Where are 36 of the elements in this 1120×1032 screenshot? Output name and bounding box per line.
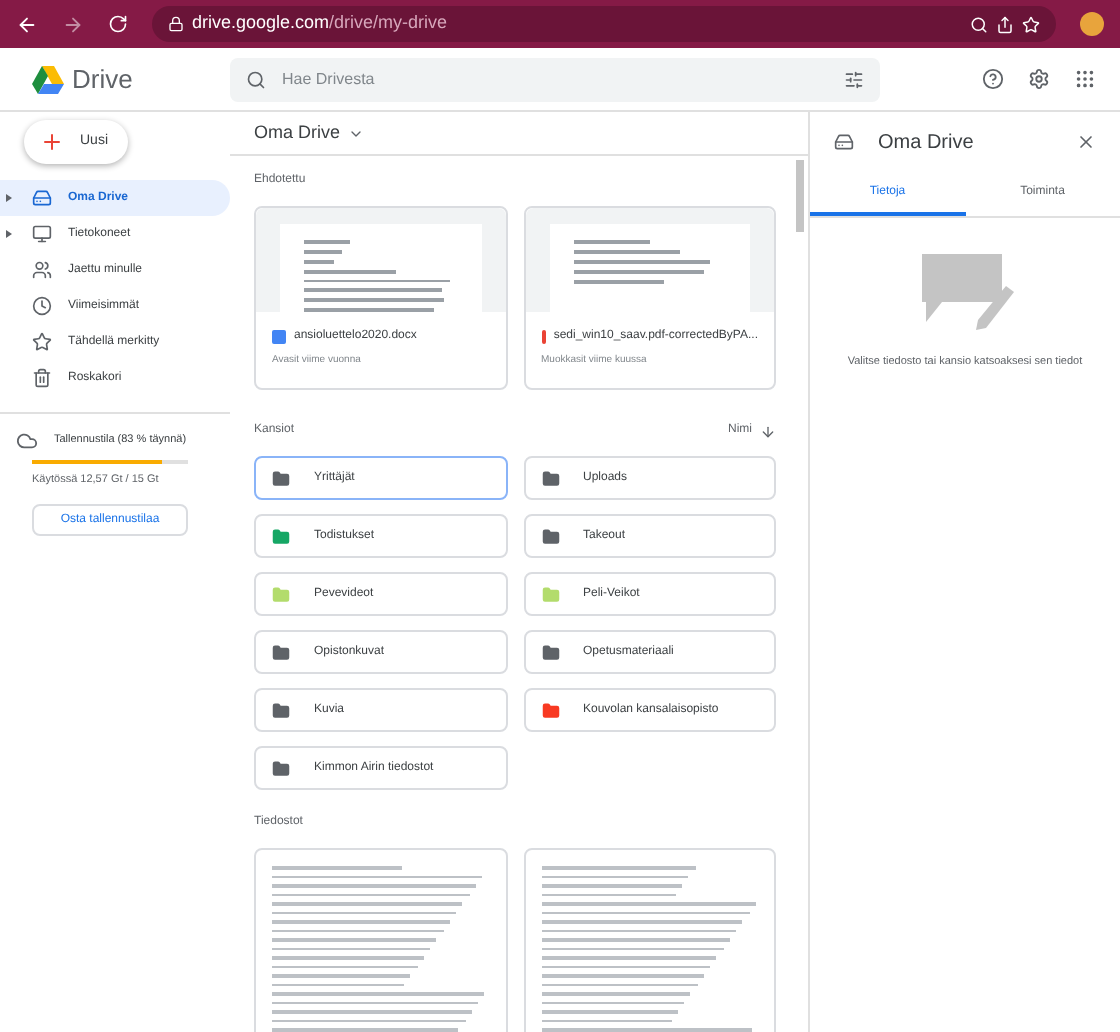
close-icon[interactable] — [1076, 132, 1096, 152]
clock-icon — [32, 296, 52, 316]
comment-edit-icon — [917, 250, 1013, 330]
document-icon — [272, 330, 286, 344]
back-icon[interactable] — [16, 13, 38, 35]
search-field[interactable]: Hae Drivesta — [282, 67, 828, 91]
reload-icon[interactable] — [108, 14, 128, 34]
expand-arrow-icon[interactable] — [5, 230, 11, 238]
apps-grid-icon[interactable] — [1074, 68, 1096, 90]
drive-logo-icon — [32, 65, 64, 93]
app-name: Drive — [72, 61, 133, 98]
shared-icon — [32, 260, 52, 280]
details-title: Oma Drive — [878, 129, 976, 157]
bookmark-icon[interactable] — [1022, 15, 1040, 33]
trash-icon — [32, 368, 52, 388]
search-bar[interactable]: Hae Drivesta — [230, 57, 880, 101]
lock-icon — [168, 16, 184, 32]
drive-icon — [834, 132, 854, 152]
profile-avatar[interactable] — [1080, 12, 1104, 36]
drive-icon — [32, 188, 52, 208]
star-icon — [32, 332, 52, 352]
filter-icon[interactable] — [844, 69, 864, 89]
cloud-icon — [16, 430, 38, 452]
sort-direction-icon[interactable] — [760, 423, 776, 439]
breadcrumb[interactable]: Oma Drive — [254, 119, 341, 147]
share-icon[interactable] — [996, 15, 1014, 33]
address-bar[interactable]: drive.google.com/drive/my-drive — [152, 6, 1056, 42]
computer-icon — [32, 224, 52, 244]
url-text: drive.google.com/drive/my-drive — [192, 10, 448, 37]
scrollbar[interactable] — [796, 160, 804, 232]
zoom-icon[interactable] — [970, 15, 988, 33]
search-icon — [246, 69, 266, 89]
expand-arrow-icon[interactable] — [5, 194, 11, 202]
plus-icon — [40, 130, 64, 154]
settings-icon[interactable] — [1028, 68, 1050, 90]
help-icon[interactable] — [982, 68, 1004, 90]
